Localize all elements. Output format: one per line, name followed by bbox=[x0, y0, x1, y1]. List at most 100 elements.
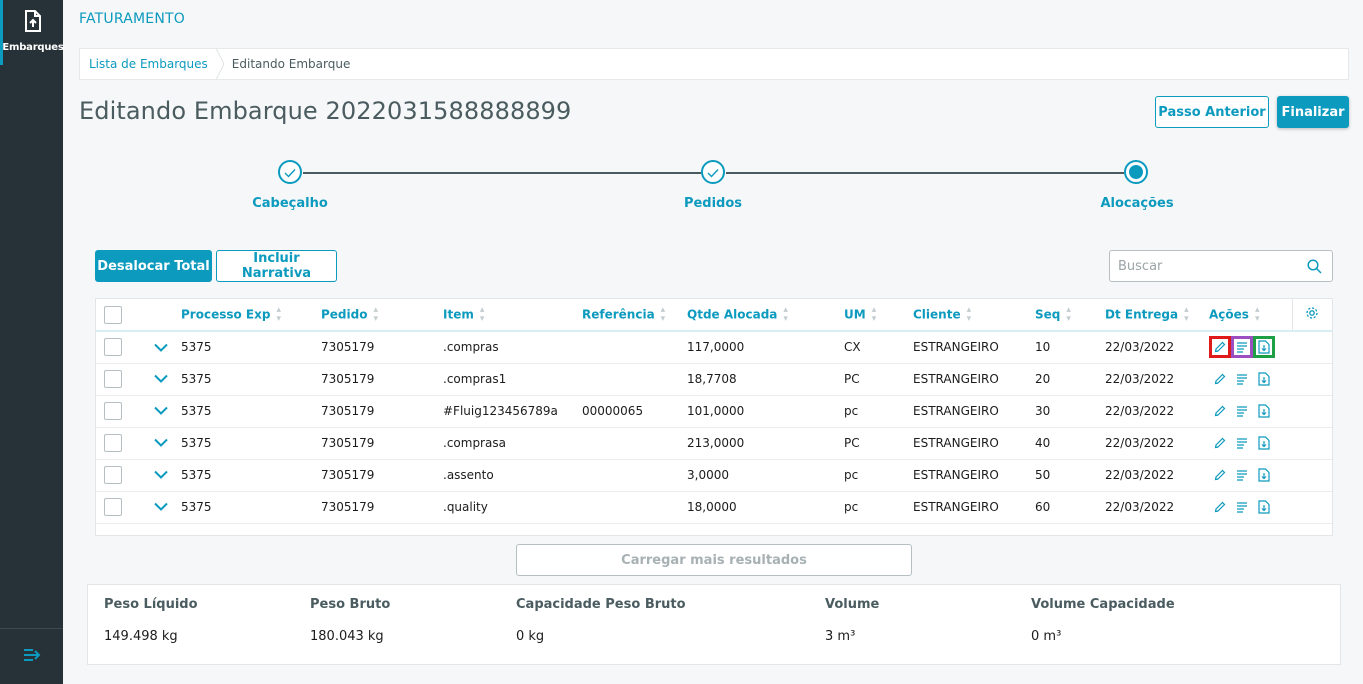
edit-icon[interactable] bbox=[1209, 368, 1231, 390]
cell-um: pc bbox=[844, 459, 913, 492]
cell-referencia bbox=[582, 459, 687, 492]
row-checkbox[interactable] bbox=[104, 498, 122, 516]
sort-icon[interactable]: ▴ ▾ bbox=[967, 305, 972, 324]
breadcrumb-link-lista[interactable]: Lista de Embarques bbox=[80, 57, 218, 71]
column-header[interactable]: Qtde Alocada ▴ ▾ bbox=[687, 299, 844, 332]
narrative-icon[interactable] bbox=[1231, 336, 1253, 359]
sort-icon[interactable]: ▴ ▾ bbox=[480, 305, 485, 324]
sort-icon[interactable]: ▴ ▾ bbox=[783, 305, 788, 324]
sidebar-item-label: Embarques bbox=[2, 42, 64, 53]
download-file-icon[interactable] bbox=[1253, 400, 1275, 422]
row-checkbox[interactable] bbox=[104, 338, 122, 357]
sort-icon[interactable]: ▴ ▾ bbox=[1184, 305, 1189, 324]
narrative-icon[interactable] bbox=[1231, 496, 1253, 518]
include-narrative-button[interactable]: Incluir Narrativa bbox=[216, 250, 337, 282]
collapse-menu-button[interactable] bbox=[0, 628, 63, 684]
sort-icon[interactable]: ▴ ▾ bbox=[1066, 305, 1071, 324]
narrative-icon[interactable] bbox=[1231, 464, 1253, 486]
edit-icon[interactable] bbox=[1209, 336, 1231, 359]
narrative-icon[interactable] bbox=[1231, 432, 1253, 454]
row-checkbox[interactable] bbox=[104, 434, 122, 452]
expand-row-chevron-icon[interactable] bbox=[154, 468, 168, 482]
breadcrumb: Lista de Embarques Editando Embarque bbox=[79, 48, 1349, 80]
check-icon bbox=[707, 163, 719, 182]
sort-icon[interactable]: ▴ ▾ bbox=[661, 305, 666, 324]
row-checkbox[interactable] bbox=[104, 402, 122, 420]
edit-icon[interactable] bbox=[1209, 400, 1231, 422]
cell-seq: 60 bbox=[1035, 491, 1105, 524]
download-file-icon[interactable] bbox=[1253, 368, 1275, 390]
step-cabecalho-circle[interactable] bbox=[278, 160, 302, 184]
column-header[interactable]: Item ▴ ▾ bbox=[443, 299, 582, 332]
summary-value: 0 m³ bbox=[1031, 629, 1062, 644]
column-header[interactable]: Cliente ▴ ▾ bbox=[913, 299, 1035, 332]
column-header[interactable]: Pedido ▴ ▾ bbox=[321, 299, 443, 332]
expand-row-chevron-icon[interactable] bbox=[154, 436, 168, 450]
row-checkbox[interactable] bbox=[104, 370, 122, 388]
cell-cliente: ESTRANGEIRO bbox=[913, 363, 1035, 396]
check-icon bbox=[284, 163, 296, 182]
cell-item: #Fluig123456789a bbox=[443, 395, 582, 428]
table-header-row: Processo Exp ▴ ▾ Pedido ▴ ▾ Item ▴ ▾ Referênci… bbox=[96, 299, 1332, 332]
cell-item: .quality bbox=[443, 491, 582, 524]
column-settings-button[interactable] bbox=[1291, 299, 1332, 332]
cell-pedido: 7305179 bbox=[321, 491, 443, 524]
table-row: 5375 7305179 .compras 117,0000 CX ESTRANGEIRO… bbox=[96, 331, 1332, 364]
previous-step-button[interactable]: Passo Anterior bbox=[1155, 96, 1269, 128]
cell-um: pc bbox=[844, 395, 913, 428]
download-file-icon[interactable] bbox=[1253, 336, 1275, 359]
column-header[interactable]: UM ▴ ▾ bbox=[844, 299, 913, 332]
allocations-table: Processo Exp ▴ ▾ Pedido ▴ ▾ Item ▴ ▾ Referênci… bbox=[95, 298, 1333, 536]
row-actions bbox=[1209, 464, 1332, 486]
summary-value: 3 m³ bbox=[825, 629, 856, 644]
cell-seq: 10 bbox=[1035, 331, 1105, 364]
sort-icon[interactable]: ▴ ▾ bbox=[276, 305, 281, 324]
load-more-button[interactable]: Carregar mais resultados bbox=[516, 544, 912, 576]
summary-label: Peso Líquido bbox=[104, 597, 198, 612]
expand-row-chevron-icon[interactable] bbox=[154, 404, 168, 418]
step-connector bbox=[726, 172, 1124, 174]
step-pedidos-circle[interactable] bbox=[701, 160, 725, 184]
step-label-cabecalho[interactable]: Cabeçalho bbox=[252, 196, 328, 211]
column-header[interactable]: Referência ▴ ▾ bbox=[582, 299, 687, 332]
row-checkbox[interactable] bbox=[104, 466, 122, 484]
narrative-icon[interactable] bbox=[1231, 368, 1253, 390]
download-file-icon[interactable] bbox=[1253, 464, 1275, 486]
sidebar-item-embarques[interactable]: Embarques bbox=[0, 0, 64, 65]
sidebar: Embarques bbox=[0, 0, 64, 684]
search-input[interactable] bbox=[1110, 258, 1300, 274]
sort-icon[interactable]: ▴ ▾ bbox=[373, 305, 378, 324]
cell-processo-exp: 5375 bbox=[181, 491, 321, 524]
narrative-icon[interactable] bbox=[1231, 400, 1253, 422]
expand-row-chevron-icon[interactable] bbox=[154, 372, 168, 386]
step-label-alocacoes[interactable]: Alocações bbox=[1100, 196, 1173, 211]
cell-cliente: ESTRANGEIRO bbox=[913, 491, 1035, 524]
search-icon[interactable] bbox=[1307, 259, 1322, 278]
table-row: 5375 7305179 .assento 3,0000 pc ESTRANGEIRO 50… bbox=[96, 459, 1332, 492]
cell-pedido: 7305179 bbox=[321, 395, 443, 428]
column-header[interactable]: Dt Entrega ▴ ▾ bbox=[1105, 299, 1209, 332]
step-alocacoes-circle[interactable] bbox=[1124, 160, 1148, 184]
edit-icon[interactable] bbox=[1209, 496, 1231, 518]
column-header[interactable]: Ações ▴ ▾ bbox=[1209, 299, 1292, 332]
column-header[interactable]: Seq ▴ ▾ bbox=[1035, 299, 1105, 332]
cell-item: .comprasa bbox=[443, 427, 582, 460]
summary-label: Capacidade Peso Bruto bbox=[516, 597, 686, 612]
expand-row-chevron-icon[interactable] bbox=[154, 500, 168, 514]
column-header[interactable]: Processo Exp ▴ ▾ bbox=[181, 299, 321, 332]
download-file-icon[interactable] bbox=[1253, 496, 1275, 518]
select-all-checkbox[interactable] bbox=[104, 305, 122, 324]
breadcrumb-separator bbox=[215, 48, 232, 80]
sort-icon[interactable]: ▴ ▾ bbox=[872, 305, 877, 324]
cell-qtde-alocada: 18,7708 bbox=[687, 363, 844, 396]
cell-cliente: ESTRANGEIRO bbox=[913, 427, 1035, 460]
edit-icon[interactable] bbox=[1209, 464, 1231, 486]
sort-icon[interactable]: ▴ ▾ bbox=[1255, 305, 1260, 324]
cell-item: .assento bbox=[443, 459, 582, 492]
step-label-pedidos[interactable]: Pedidos bbox=[684, 196, 742, 211]
edit-icon[interactable] bbox=[1209, 432, 1231, 454]
finish-button[interactable]: Finalizar bbox=[1277, 96, 1349, 128]
download-file-icon[interactable] bbox=[1253, 432, 1275, 454]
expand-row-chevron-icon[interactable] bbox=[154, 341, 168, 355]
deallocate-total-button[interactable]: Desalocar Total bbox=[95, 250, 212, 282]
